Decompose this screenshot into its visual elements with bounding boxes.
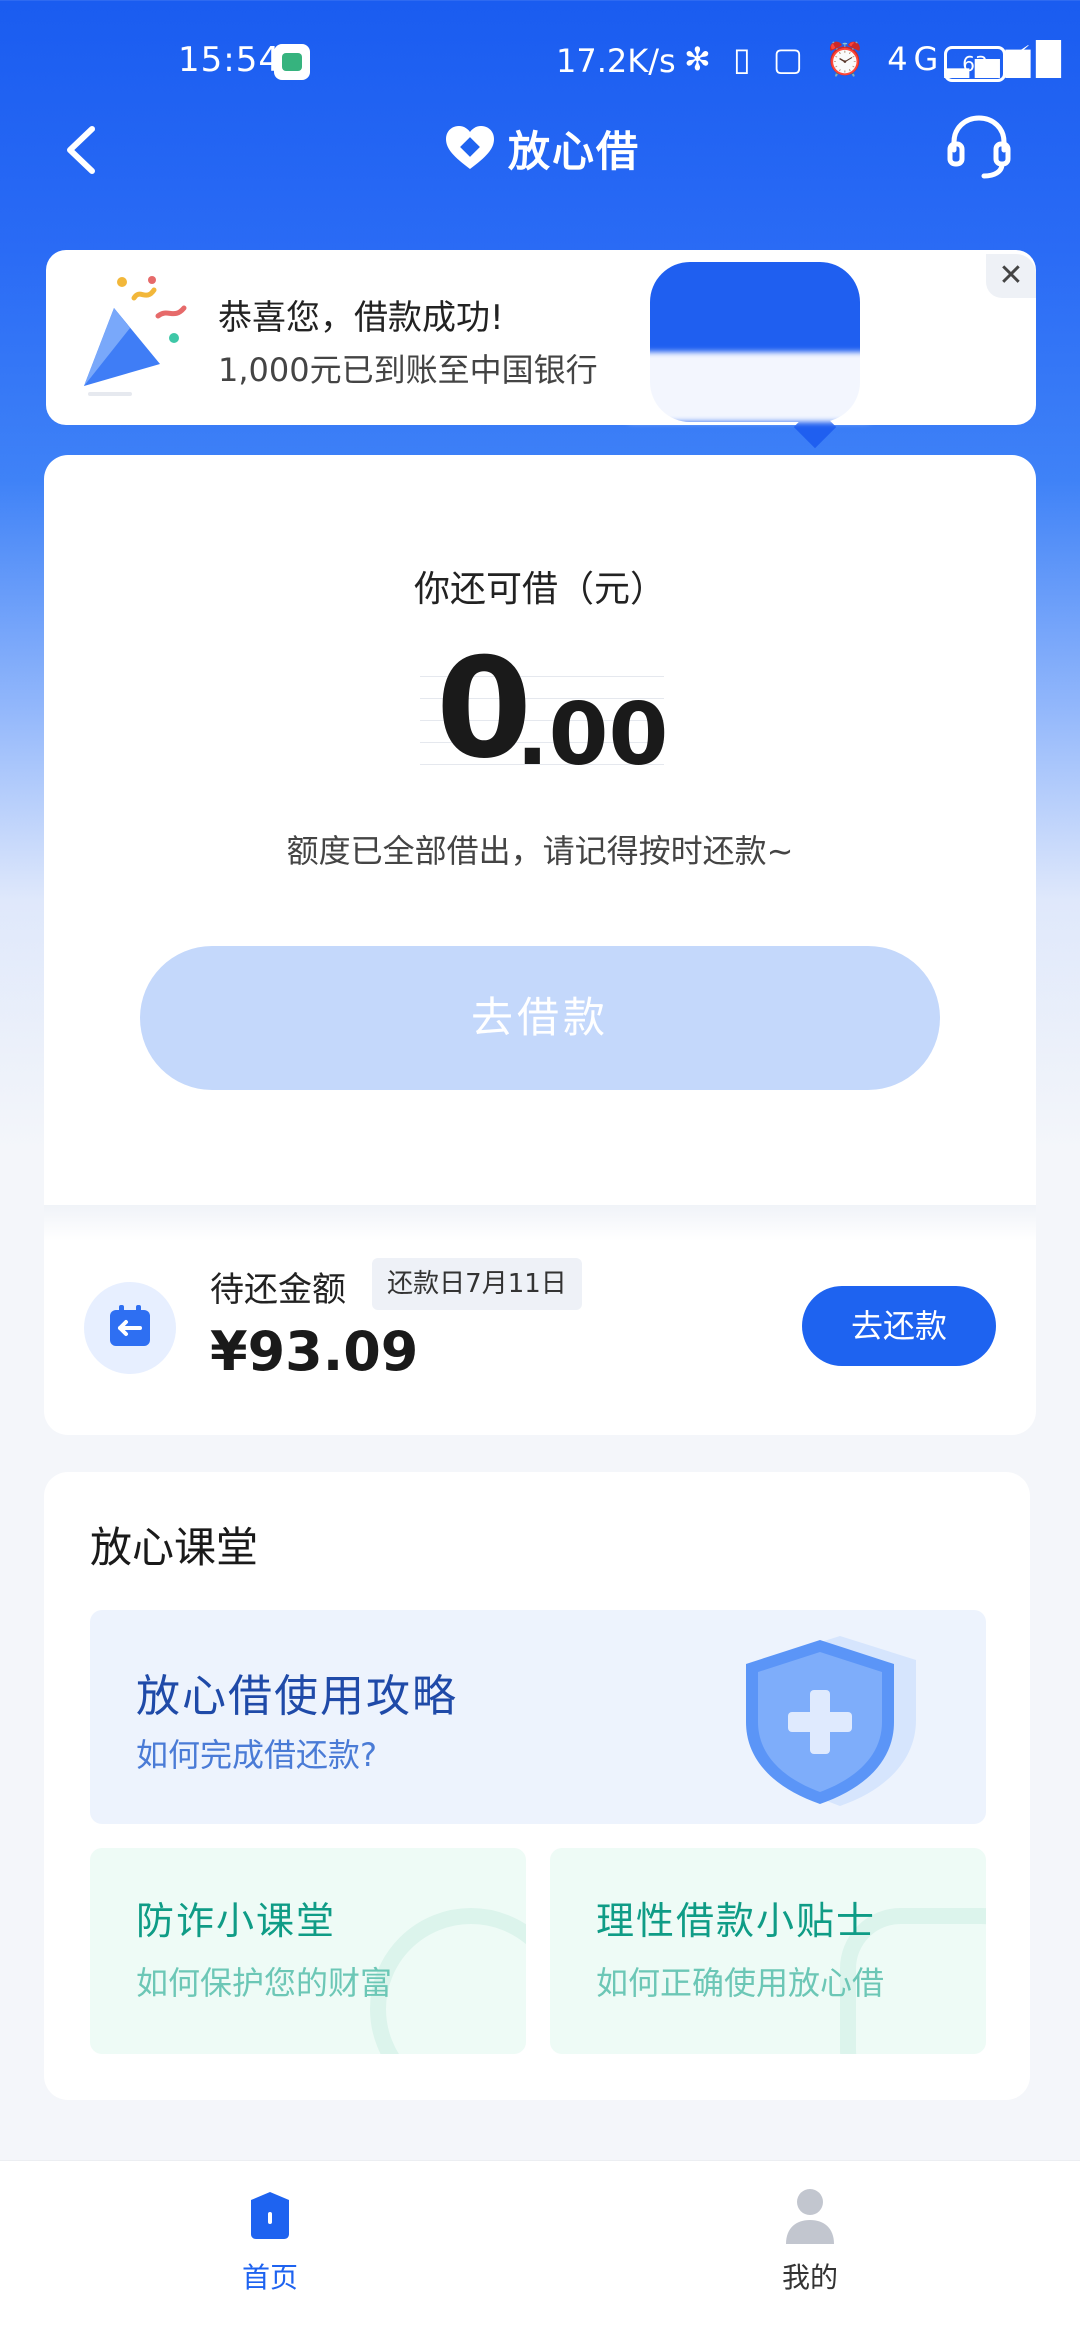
tile-subtitle: 如何保护您的财富 [136, 1964, 393, 2002]
tile-title: 防诈小课堂 [136, 1899, 337, 1943]
party-popper-icon [84, 276, 187, 396]
notification-app-icon [274, 44, 310, 80]
home-icon[interactable] [243, 2188, 297, 2242]
page-title: 放心借 [508, 126, 641, 176]
user-icon[interactable] [782, 2186, 838, 2246]
tile-subtitle: 如何正确使用放心借 [596, 1964, 885, 2002]
tile-title: 理性借款小贴士 [596, 1899, 877, 1943]
due-date-badge: 还款日7月11日 [372, 1258, 582, 1310]
guide-title: 放心借使用攻略 [136, 1671, 458, 1722]
status-time: 15:54 [178, 40, 281, 80]
yuan-coin-icon [370, 1908, 526, 2054]
repay-button[interactable]: 去还款 [802, 1286, 996, 1366]
chevron-left-icon[interactable] [56, 115, 116, 185]
blurred-region [624, 352, 874, 422]
charging-icon: ⚡ [1010, 40, 1032, 75]
notice-title: 恭喜您，借款成功! [218, 298, 504, 338]
headset-icon[interactable] [944, 110, 1014, 182]
credit-hint: 额度已全部借出，请记得按时还款~ [286, 832, 794, 870]
bottom-nav [0, 2160, 1080, 2341]
heart-logo-icon [446, 126, 494, 169]
success-notice [46, 250, 1036, 425]
shield-icon [746, 1636, 916, 1806]
due-amount-label: 待还金额 [210, 1270, 346, 1310]
borrow-button[interactable]: 去借款 [140, 946, 940, 1090]
available-amount-decimal: .00 [516, 685, 669, 785]
battery-icon: 63 [944, 46, 1006, 82]
rational-borrowing-tile[interactable]: 理性借款小贴士 如何正确使用放心借 [550, 1848, 986, 2054]
classroom-title: 放心课堂 [90, 1523, 259, 1572]
calendar-icon [110, 1305, 150, 1346]
network-speed: 17.2K/s [556, 42, 676, 80]
anti-fraud-tile[interactable]: 防诈小课堂 如何保护您的财富 [90, 1848, 526, 2054]
available-label: 你还可借（元） [413, 569, 666, 610]
status-bar: 15:54 17.2K/s ✻ ▯ ▢ ⏰ 4G▂▄▆█ 63 ⚡ [0, 0, 1080, 120]
nav-mine-label[interactable]: 我的 [720, 2256, 900, 2296]
nav-home-label[interactable]: 首页 [180, 2256, 360, 2296]
close-icon[interactable]: ✕ [986, 254, 1036, 298]
due-amount: ¥93.09 [210, 1320, 419, 1383]
header-logo: 放心借 [444, 118, 640, 178]
guide-subtitle: 如何完成借还款? [136, 1736, 377, 1774]
notice-subtitle: 1,000元已到账至中国银行 [218, 351, 598, 389]
card-divider [44, 1205, 1036, 1241]
